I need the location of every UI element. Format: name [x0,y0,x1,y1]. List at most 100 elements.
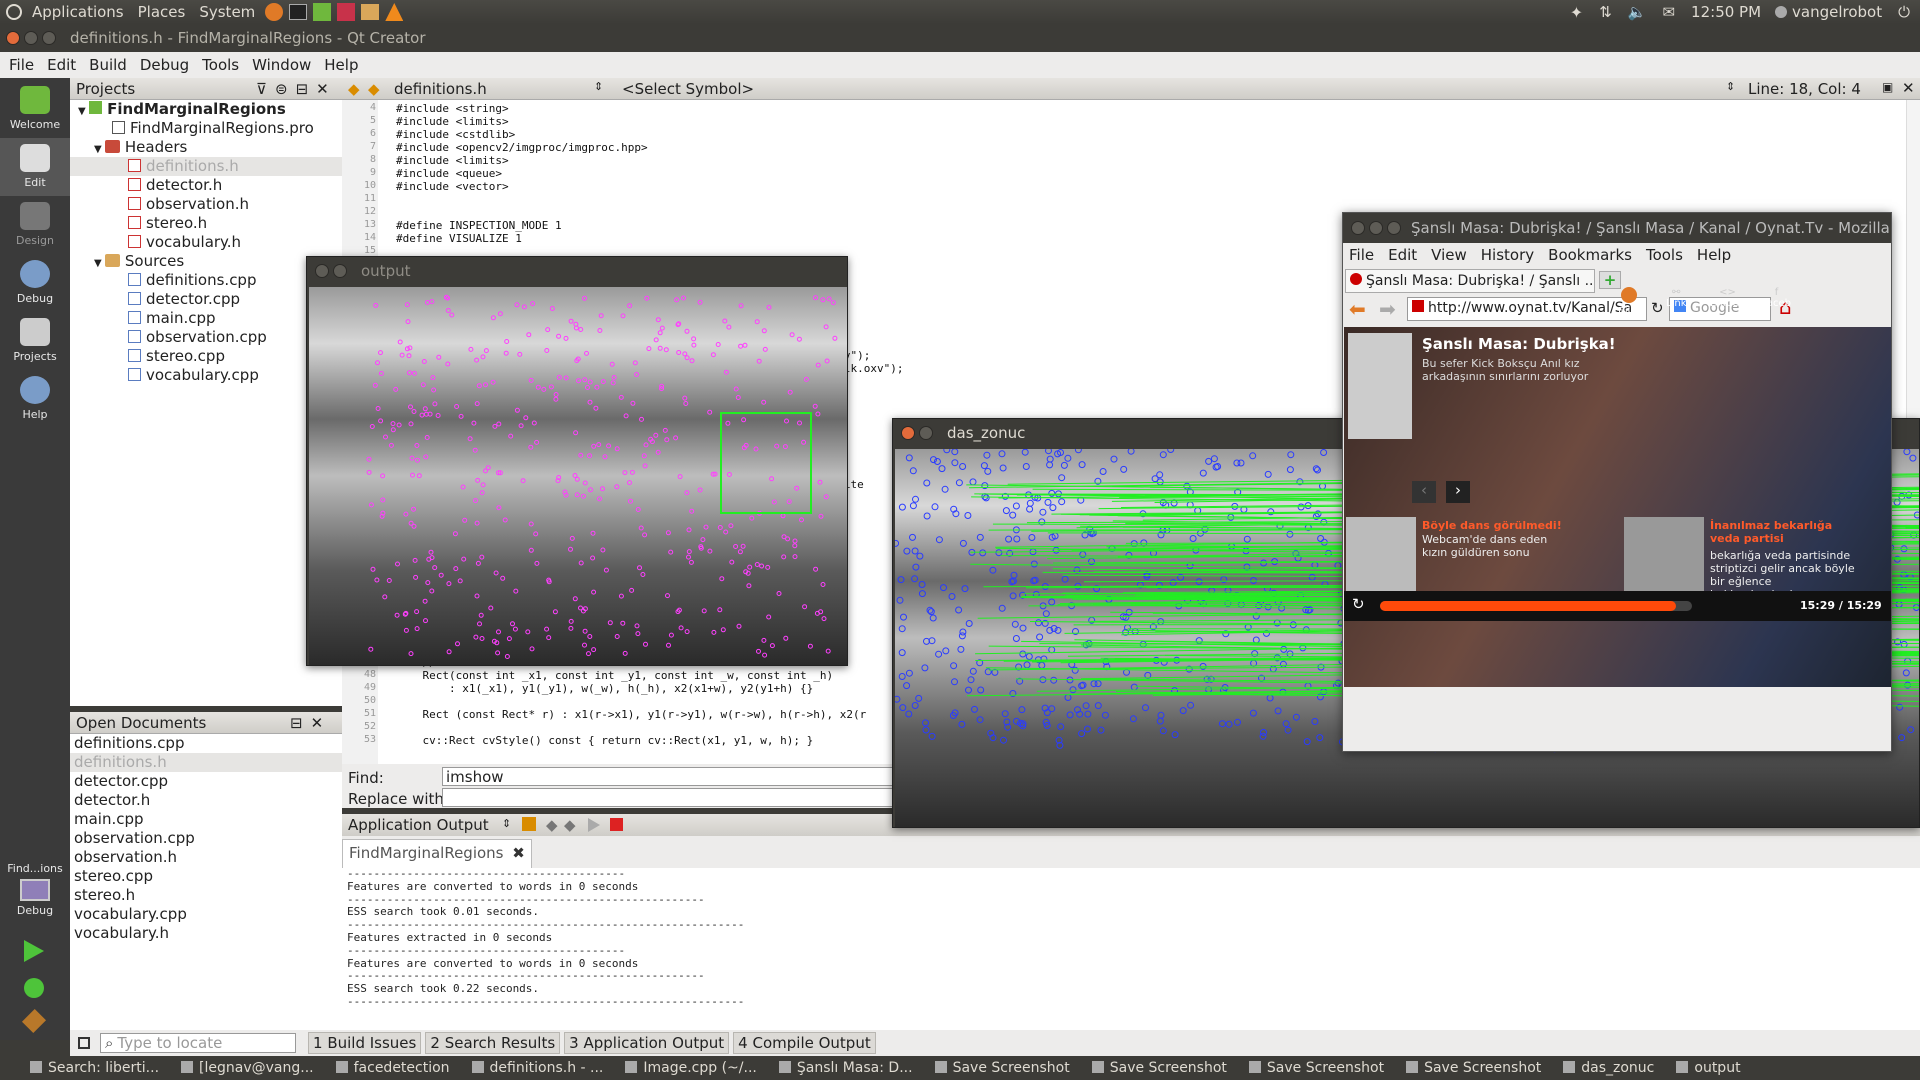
close-icon[interactable] [6,31,20,45]
output-arrows-icon[interactable]: ⇕ [502,817,511,830]
forward-arrow-icon[interactable]: ➡ [1379,297,1396,321]
menu-build[interactable]: Build [89,56,127,74]
firefox-launcher-icon[interactable] [265,3,284,21]
mode-edit[interactable]: Edit [0,138,70,196]
maximize-icon[interactable] [42,31,56,45]
tree-item-detector-cpp[interactable]: detector.cpp [70,290,342,309]
related-title[interactable]: Böyle dans görülmedi! [1422,519,1562,532]
close-pane-icon[interactable]: ✕ [316,80,329,98]
places-menu[interactable]: Places [138,3,186,21]
tree-item-main-cpp[interactable]: main.cpp [70,309,342,328]
replay-icon[interactable]: ↻ [1352,595,1365,613]
taskbar-item[interactable]: definitions.h - ... [471,1060,603,1076]
open-doc-item[interactable]: observation.h [70,848,342,867]
target-selector[interactable]: Find...ions Debug [0,862,70,917]
close-editor-icon[interactable]: ✕ [1902,79,1915,97]
tree-folder-headers[interactable]: ▼ Headers [70,138,342,157]
forward-icon[interactable]: ◆ [368,80,380,98]
close-icon[interactable] [901,426,915,440]
tree-item-pro[interactable]: FindMarginalRegions.pro [70,119,342,138]
open-doc-item[interactable]: main.cpp [70,810,342,829]
locator[interactable]: ⌕ Type to locate [100,1033,296,1053]
tree-item-detector-h[interactable]: detector.h [70,176,342,195]
taskbar-item[interactable]: Şanslı Masa: D... [778,1060,913,1076]
output-tab[interactable]: FindMarginalRegions ✖ [342,839,532,868]
close-icon[interactable] [315,264,329,278]
build-icon[interactable] [21,1008,47,1034]
ff-menu-tools[interactable]: Tools [1646,246,1683,264]
mode-projects[interactable]: Projects [0,312,70,370]
ff-menu-bookmarks[interactable]: Bookmarks [1548,246,1632,264]
minimize-icon[interactable] [919,426,933,440]
symbol-arrows-icon[interactable]: ⇕ [1726,80,1735,93]
vlc-launcher-icon[interactable] [385,3,404,21]
volume-icon[interactable]: 🔈 [1628,3,1647,21]
system-menu[interactable]: System [199,3,255,21]
taskbar-item[interactable]: Search: liberti... [30,1060,159,1076]
video-player[interactable]: Şanslı Masa: Dubrişka! Bu sefer Kick Bok… [1344,287,1891,687]
open-doc-item[interactable]: vocabulary.h [70,924,342,943]
next-icon[interactable]: ◆ [564,816,576,834]
filter-icon[interactable]: ⊽ [256,80,267,98]
split-icon[interactable]: ⊟ [296,80,309,98]
ubuntu-logo-icon[interactable] [6,4,22,20]
taskbar-item[interactable]: Save Screenshot [1091,1060,1227,1076]
open-doc-item[interactable]: stereo.h [70,886,342,905]
open-doc-item[interactable]: stereo.cpp [70,867,342,886]
tab-compile-output[interactable]: 4 Compile Output [733,1032,876,1054]
ff-menu-view[interactable]: View [1431,246,1467,264]
tree-item-stereo-h[interactable]: stereo.h [70,214,342,233]
menu-help[interactable]: Help [324,56,358,74]
firefox-window[interactable]: Şanslı Masa: Dubrişka! / Şanslı Masa / K… [1342,212,1892,752]
files-launcher-icon[interactable] [361,4,380,20]
rerun-icon[interactable] [588,818,600,832]
debug-run-icon[interactable] [24,978,44,998]
mode-welcome[interactable]: Welcome [0,80,70,138]
user-icon[interactable] [1775,6,1788,18]
tree-item-observation-cpp[interactable]: observation.cpp [70,328,342,347]
browser-tab[interactable]: Şanslı Masa: Dubrişka! / Şanslı ... [1345,269,1595,293]
close-icon[interactable] [1351,221,1365,235]
app-launcher-icon[interactable] [337,3,356,21]
clear-output-icon[interactable] [522,817,536,831]
mail-icon[interactable]: ✉ [1662,3,1675,21]
terminal-launcher-icon[interactable] [289,4,308,20]
menu-file[interactable]: File [9,56,34,74]
open-doc-item[interactable]: definitions.h [70,753,342,772]
clock[interactable]: 12:50 PM [1691,3,1761,21]
taskbar-item[interactable]: Save Screenshot [1248,1060,1384,1076]
related-title[interactable]: İnanılmaz bekarlığa veda partisi [1710,519,1860,545]
taskbar-item[interactable]: [legnav@vang... [181,1060,314,1076]
file-selector[interactable]: definitions.h [394,80,487,98]
link-icon[interactable]: ⊜ [275,80,288,98]
applications-menu[interactable]: Applications [32,3,124,21]
tree-item-definitions-h[interactable]: definitions.h [70,157,342,176]
next-video-icon[interactable]: › [1446,481,1470,503]
output-window-titlebar[interactable]: output [307,257,847,285]
ff-menu-file[interactable]: File [1349,246,1374,264]
back-arrow-icon[interactable]: ⬅ [1349,297,1366,321]
taskbar-item[interactable]: Save Screenshot [934,1060,1070,1076]
toggle-sidebar-icon[interactable] [78,1037,90,1049]
open-doc-item[interactable]: vocabulary.cpp [70,905,342,924]
tree-root[interactable]: ▼ FindMarginalRegions [70,100,342,119]
firefox-titlebar[interactable]: Şanslı Masa: Dubrişka! / Şanslı Masa / K… [1343,213,1891,243]
power-icon[interactable]: ⏻ [1898,3,1910,21]
file-selector-arrows-icon[interactable]: ⇕ [594,80,603,93]
reload-icon[interactable]: ↻ [1651,299,1664,317]
tree-item-vocabulary-cpp[interactable]: vocabulary.cpp [70,366,342,385]
qtcreator-launcher-icon[interactable] [313,3,332,21]
embed-action[interactable]: <> Embed [1710,287,1745,309]
menu-edit[interactable]: Edit [47,56,76,74]
tree-item-observation-h[interactable]: observation.h [70,195,342,214]
prev-icon[interactable]: ◆ [546,816,558,834]
taskbar-item[interactable]: Save Screenshot [1406,1060,1541,1076]
progress-track[interactable] [1380,601,1692,611]
taskbar-item[interactable]: facedetection [335,1060,450,1076]
tree-item-definitions-cpp[interactable]: definitions.cpp [70,271,342,290]
taskbar-item[interactable]: das_zonuc [1563,1060,1654,1076]
tab-application-output[interactable]: 3 Application Output [564,1032,730,1054]
close-pane-icon[interactable]: ✕ [311,714,324,732]
mode-design[interactable]: Design [0,196,70,254]
related-thumbnail[interactable] [1346,517,1416,597]
